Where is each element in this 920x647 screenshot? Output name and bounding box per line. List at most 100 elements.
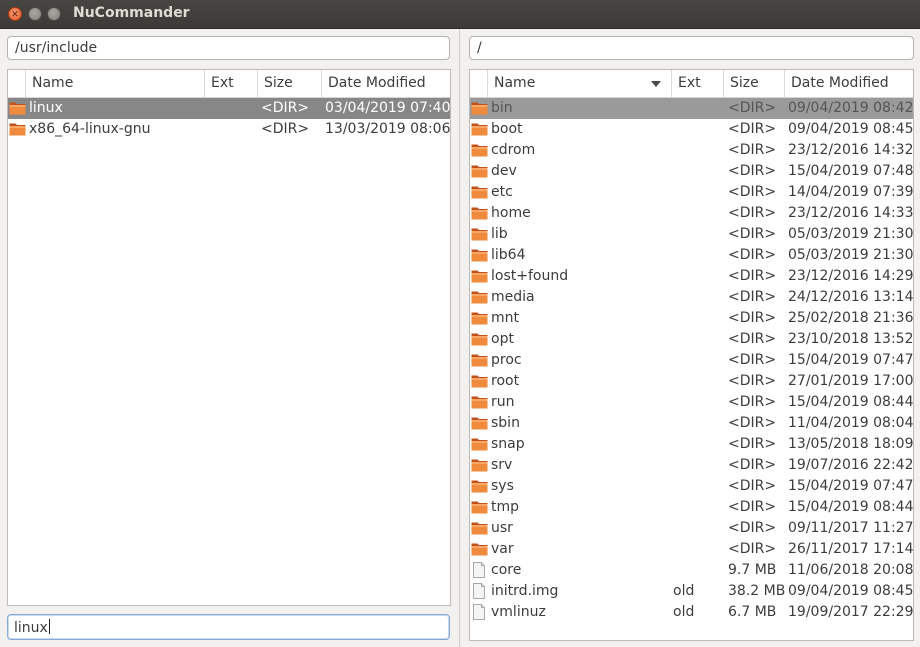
right-row[interactable]: bin <DIR> 09/04/2019 08:42	[470, 98, 913, 119]
left-cell-date: 13/03/2019 08:06	[325, 121, 451, 137]
right-cell-size: <DIR>	[728, 331, 777, 347]
right-cell-name: proc	[491, 352, 522, 368]
right-cell-size: <DIR>	[728, 268, 777, 284]
right-row[interactable]: lib64 <DIR> 05/03/2019 21:30	[470, 245, 913, 266]
right-cell-date: 09/11/2017 11:27	[788, 520, 914, 536]
right-cell-name: etc	[491, 184, 513, 200]
right-header-size[interactable]: Size	[723, 70, 784, 97]
folder-icon	[471, 542, 488, 556]
right-header-ext[interactable]: Ext	[671, 70, 723, 97]
right-row[interactable]: boot <DIR> 09/04/2019 08:45	[470, 119, 913, 140]
right-row[interactable]: lib <DIR> 05/03/2019 21:30	[470, 224, 913, 245]
left-path-input[interactable]: /usr/include	[7, 36, 450, 60]
right-cell-name: sys	[491, 478, 514, 494]
pane-divider[interactable]	[459, 29, 460, 647]
folder-icon	[471, 206, 488, 220]
folder-icon	[471, 437, 488, 451]
right-row[interactable]: run <DIR> 15/04/2019 08:44	[470, 392, 913, 413]
right-cell-size: <DIR>	[728, 415, 777, 431]
right-row[interactable]: snap <DIR> 13/05/2018 18:09	[470, 434, 913, 455]
right-row[interactable]: media <DIR> 24/12/2016 13:14	[470, 287, 913, 308]
right-path-input[interactable]: /	[469, 36, 914, 60]
right-rows: bin <DIR> 09/04/2019 08:42 boot <DIR> 09/04/2…	[470, 98, 913, 623]
right-cell-ext: old	[673, 583, 695, 599]
right-row[interactable]: home <DIR> 23/12/2016 14:33	[470, 203, 913, 224]
text-cursor	[48, 619, 50, 634]
right-cell-size: <DIR>	[728, 163, 777, 179]
right-cell-date: 15/04/2019 08:44	[788, 394, 914, 410]
maximize-window-button[interactable]	[47, 7, 61, 21]
right-row[interactable]: sbin <DIR> 11/04/2019 08:04	[470, 413, 913, 434]
right-header-date[interactable]: Date Modified	[784, 70, 913, 97]
right-cell-date: 27/01/2019 17:00	[788, 373, 914, 389]
right-cell-date: 23/12/2016 14:29	[788, 268, 914, 284]
right-cell-name: srv	[491, 457, 513, 473]
right-row[interactable]: etc <DIR> 14/04/2019 07:39	[470, 182, 913, 203]
folder-icon	[471, 164, 488, 178]
right-row[interactable]: opt <DIR> 23/10/2018 13:52	[470, 329, 913, 350]
right-row[interactable]: srv <DIR> 19/07/2016 22:42	[470, 455, 913, 476]
right-row[interactable]: root <DIR> 27/01/2019 17:00	[470, 371, 913, 392]
right-cell-name: initrd.img	[491, 583, 559, 599]
folder-icon	[471, 143, 488, 157]
folder-icon	[471, 290, 488, 304]
right-cell-date: 23/12/2016 14:32	[788, 142, 914, 158]
right-row[interactable]: sys <DIR> 15/04/2019 07:47	[470, 476, 913, 497]
right-cell-date: 14/04/2019 07:39	[788, 184, 914, 200]
folder-icon	[471, 479, 488, 493]
left-header-name[interactable]: Name	[25, 70, 204, 97]
right-row[interactable]: proc <DIR> 15/04/2019 07:47	[470, 350, 913, 371]
folder-icon	[471, 122, 488, 136]
folder-icon	[471, 248, 488, 262]
right-row[interactable]: usr <DIR> 09/11/2017 11:27	[470, 518, 913, 539]
right-cell-name: lib	[491, 226, 508, 242]
right-cell-date: 23/10/2018 13:52	[788, 331, 914, 347]
right-list-header: Name Ext Size Date Modified	[470, 70, 913, 98]
right-cell-ext: old	[673, 604, 695, 620]
left-filter-text: linux	[14, 620, 48, 636]
left-rows: linux <DIR> 03/04/2019 07:40 x86_64-linux-g…	[8, 98, 450, 140]
right-header-name[interactable]: Name	[487, 70, 671, 97]
right-row[interactable]: initrd.img old 38.2 MB 09/04/2019 08:45	[470, 581, 913, 602]
right-cell-date: 13/05/2018 18:09	[788, 436, 914, 452]
left-list-header: Name Ext Size Date Modified	[8, 70, 450, 98]
title-bar: ✕ NuCommander	[0, 0, 920, 29]
right-cell-size: <DIR>	[728, 541, 777, 557]
right-row[interactable]: cdrom <DIR> 23/12/2016 14:32	[470, 140, 913, 161]
right-cell-name: cdrom	[491, 142, 536, 158]
left-file-list[interactable]: Name Ext Size Date Modified linux <DIR> 03…	[7, 69, 451, 606]
left-filter-input[interactable]: linux	[7, 614, 450, 640]
right-cell-name: core	[491, 562, 522, 578]
minimize-window-button[interactable]	[28, 7, 42, 21]
right-cell-size: <DIR>	[728, 352, 777, 368]
right-cell-date: 05/03/2019 21:30	[788, 226, 914, 242]
right-row[interactable]: vmlinuz old 6.7 MB 19/09/2017 22:29	[470, 602, 913, 623]
left-row[interactable]: linux <DIR> 03/04/2019 07:40	[8, 98, 450, 119]
right-cell-size: <DIR>	[728, 226, 777, 242]
right-cell-date: 09/04/2019 08:45	[788, 121, 914, 137]
folder-icon	[471, 521, 488, 535]
folder-icon	[471, 353, 488, 367]
right-header-name-label: Name	[494, 75, 536, 91]
left-row[interactable]: x86_64-linux-gnu <DIR> 13/03/2019 08:06	[8, 119, 450, 140]
left-header-date[interactable]: Date Modified	[321, 70, 450, 97]
right-file-list[interactable]: Name Ext Size Date Modified bin <DIR> 09/0…	[469, 69, 914, 641]
close-window-button[interactable]: ✕	[8, 7, 22, 21]
right-cell-name: lib64	[491, 247, 526, 263]
left-header-size[interactable]: Size	[257, 70, 321, 97]
right-cell-size: <DIR>	[728, 142, 777, 158]
right-row[interactable]: mnt <DIR> 25/02/2018 21:36	[470, 308, 913, 329]
right-row[interactable]: core 9.7 MB 11/06/2018 20:08	[470, 560, 913, 581]
right-cell-name: root	[491, 373, 520, 389]
right-row[interactable]: dev <DIR> 15/04/2019 07:48	[470, 161, 913, 182]
right-cell-size: 38.2 MB	[728, 583, 786, 599]
folder-icon	[471, 374, 488, 388]
left-header-ext[interactable]: Ext	[204, 70, 257, 97]
right-row[interactable]: var <DIR> 26/11/2017 17:14	[470, 539, 913, 560]
right-row[interactable]: tmp <DIR> 15/04/2019 08:44	[470, 497, 913, 518]
right-cell-name: lost+found	[491, 268, 569, 284]
folder-icon	[471, 416, 488, 430]
right-row[interactable]: lost+found <DIR> 23/12/2016 14:29	[470, 266, 913, 287]
right-cell-name: sbin	[491, 415, 520, 431]
folder-icon	[471, 101, 488, 115]
